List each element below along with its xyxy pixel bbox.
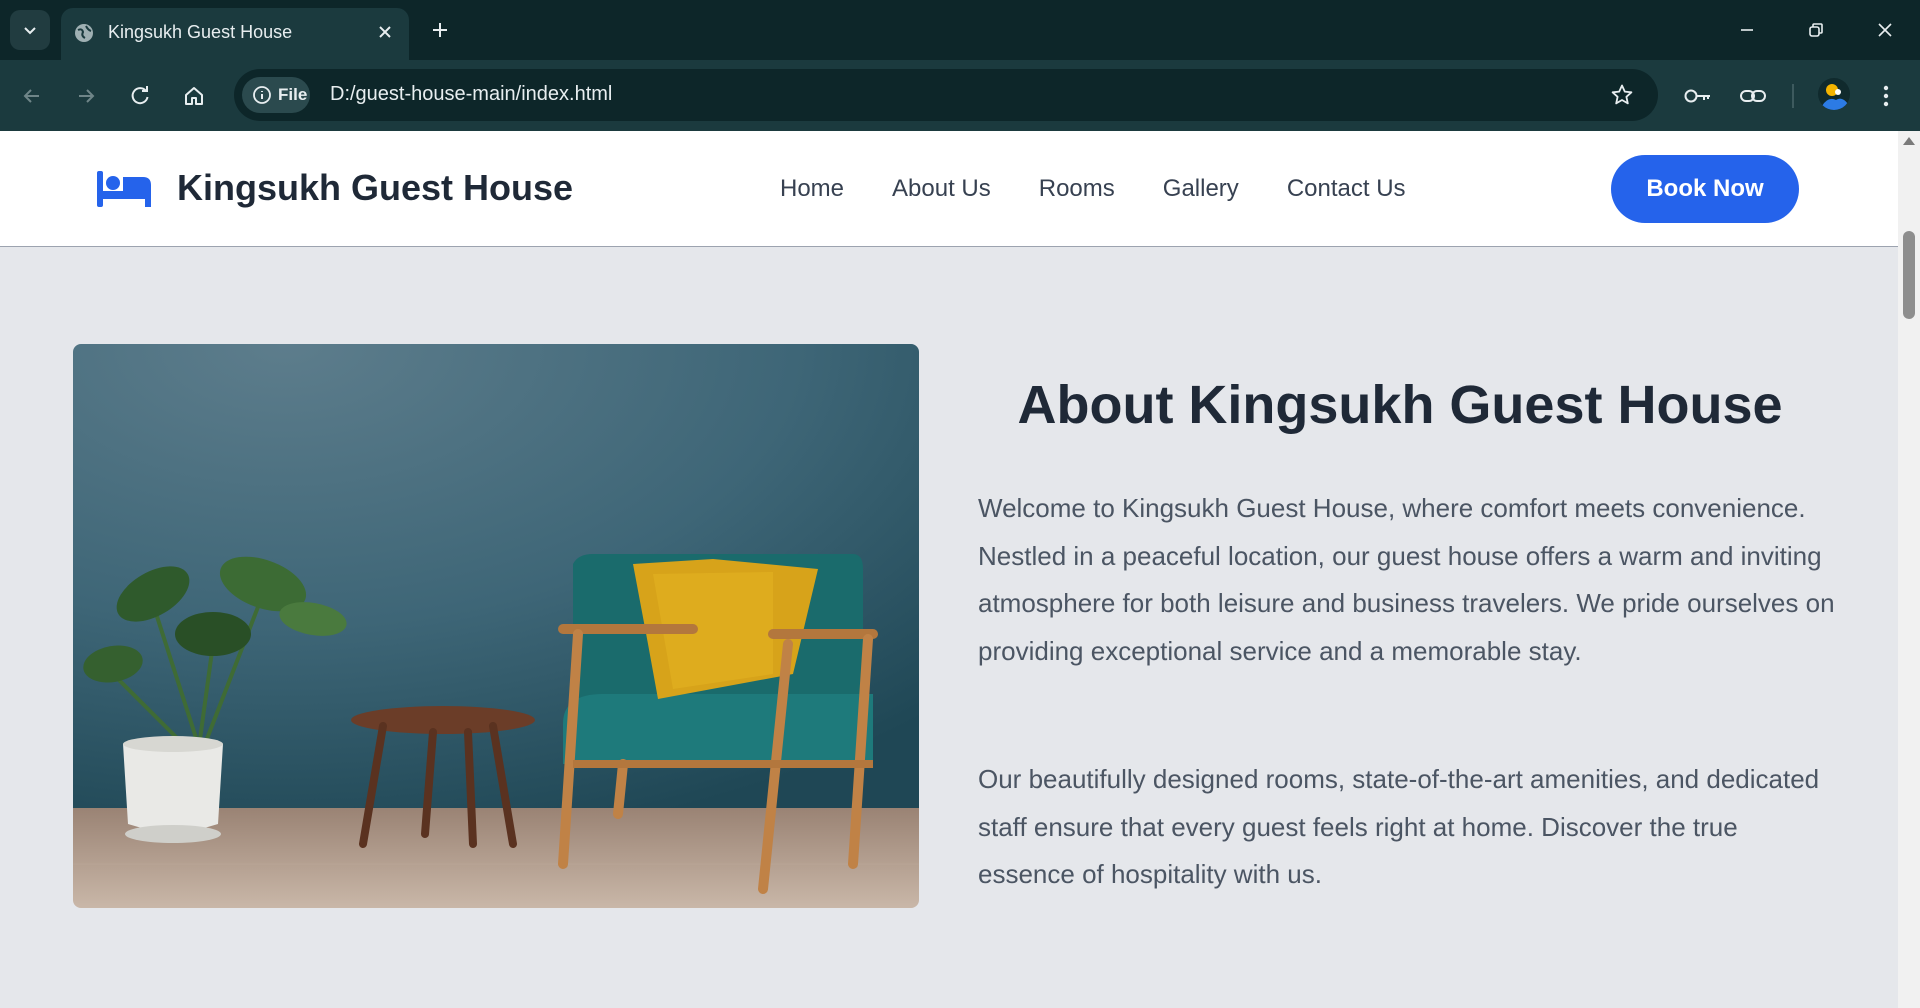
home-icon (185, 87, 203, 105)
browser-toolbar: File D:/guest-house-main/index.html (0, 60, 1920, 131)
page-viewport: Kingsukh Guest House Home About Us Rooms… (0, 131, 1898, 1008)
about-heading: About Kingsukh Guest House (1017, 375, 1783, 435)
address-bar[interactable]: File D:/guest-house-main/index.html (234, 69, 1658, 121)
nav-gallery[interactable]: Gallery (1163, 175, 1239, 203)
scroll-thumb[interactable] (1903, 231, 1915, 319)
star-icon (1611, 84, 1633, 105)
home-button[interactable] (174, 76, 214, 116)
restore-icon (1809, 23, 1823, 37)
about-paragraph-2: Our beautifully designed rooms, state-of… (978, 764, 1820, 889)
share-link-button[interactable] (1733, 76, 1773, 116)
site-brand[interactable]: Kingsukh Guest House (177, 167, 573, 209)
new-tab-button[interactable] (424, 14, 456, 46)
back-button[interactable] (12, 76, 52, 116)
chevron-down-icon (24, 27, 36, 35)
tab-title: Kingsukh Guest House (108, 22, 293, 42)
minimize-button[interactable] (1724, 10, 1770, 50)
close-icon (379, 26, 391, 38)
browser-tab-strip: Kingsukh Guest House (0, 0, 1920, 60)
nav-home[interactable]: Home (780, 175, 844, 203)
close-window-button[interactable] (1862, 10, 1908, 50)
armchair-room-photo (73, 344, 919, 908)
nav-rooms[interactable]: Rooms (1039, 175, 1115, 203)
site-info-label: File (278, 85, 308, 104)
info-icon (253, 86, 271, 104)
bed-icon (97, 171, 151, 207)
forward-button[interactable] (66, 76, 106, 116)
page-scrollbar[interactable] (1898, 131, 1920, 1008)
scroll-up-arrow[interactable] (1903, 137, 1915, 145)
close-icon (1878, 23, 1892, 37)
tab-search-button[interactable] (10, 10, 50, 50)
toolbar-separator (1792, 84, 1794, 108)
more-vertical-icon (1883, 85, 1889, 107)
about-image (73, 344, 919, 908)
plus-icon (433, 23, 447, 37)
reload-icon (131, 86, 149, 105)
nav-contact-us[interactable]: Contact Us (1287, 175, 1406, 203)
reload-button[interactable] (120, 76, 160, 116)
profile-avatar[interactable] (1818, 78, 1850, 110)
about-paragraph-1: Welcome to Kingsukh Guest House, where c… (978, 493, 1835, 666)
globe-icon (75, 24, 93, 42)
main-nav: Home About Us Rooms Gallery Contact Us (780, 175, 1406, 203)
passwords-button[interactable] (1678, 76, 1718, 116)
browser-tab-active[interactable]: Kingsukh Guest House (61, 8, 409, 60)
site-info-chip[interactable]: File (242, 77, 310, 113)
site-header: Kingsukh Guest House Home About Us Rooms… (0, 131, 1898, 247)
arrow-right-icon (79, 89, 95, 103)
bookmark-button[interactable] (1608, 81, 1636, 109)
arrow-left-icon (23, 89, 39, 103)
link-icon (1740, 90, 1766, 102)
avatar-icon (1822, 84, 1848, 110)
nav-about-us[interactable]: About Us (892, 175, 991, 203)
minimize-icon (1741, 29, 1753, 31)
key-icon (1684, 89, 1710, 103)
url-text[interactable]: D:/guest-house-main/index.html (330, 83, 612, 106)
book-now-button[interactable]: Book Now (1611, 155, 1799, 223)
tab-close-button[interactable] (371, 18, 399, 46)
restore-button[interactable] (1793, 10, 1839, 50)
browser-menu-button[interactable] (1866, 76, 1906, 116)
